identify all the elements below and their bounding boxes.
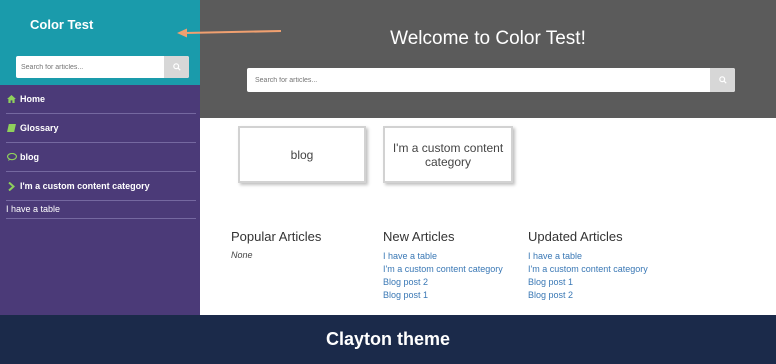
category-card-custom[interactable]: I'm a custom content category — [383, 126, 513, 183]
annotation-arrow-icon — [177, 28, 282, 38]
article-link[interactable]: Blog post 2 — [528, 289, 648, 302]
sidebar-subitem-table[interactable]: I have a table — [6, 201, 196, 219]
theme-caption-banner: Clayton theme — [0, 315, 776, 364]
chevron-right-icon — [6, 181, 17, 191]
sidebar-search — [16, 56, 189, 79]
new-articles: New Articles I have a table I'm a custom… — [383, 229, 503, 302]
article-link[interactable]: Blog post 1 — [383, 289, 503, 302]
sidebar-item-label: Glossary — [20, 123, 59, 133]
sidebar-item-label: Home — [20, 94, 46, 104]
article-link[interactable]: I'm a custom content category — [528, 263, 648, 276]
sidebar-item-glossary[interactable]: Glossary — [6, 114, 196, 143]
hero-search-button[interactable] — [710, 68, 735, 92]
search-icon — [718, 76, 727, 84]
hero-title: Welcome to Color Test! — [390, 28, 586, 49]
popular-articles-empty: None — [231, 250, 253, 260]
category-card-blog[interactable]: blog — [238, 126, 366, 183]
updated-articles-heading: Updated Articles — [528, 229, 623, 244]
hero-search — [247, 68, 735, 92]
sidebar-search-button[interactable] — [164, 56, 189, 78]
article-link[interactable]: I have a table — [528, 250, 648, 263]
article-link[interactable]: I'm a custom content category — [383, 263, 503, 276]
site-title[interactable]: Color Test — [30, 17, 200, 32]
new-articles-heading: New Articles — [383, 229, 455, 244]
sidebar-nav: Home Glossary blog I'm a custom content … — [0, 85, 200, 201]
sidebar: Color Test Home Glossary blog — [0, 0, 200, 315]
hero-banner: Welcome to Color Test! — [200, 0, 776, 118]
sidebar-item-custom-category[interactable]: I'm a custom content category — [6, 172, 196, 201]
article-link[interactable]: Blog post 2 — [383, 276, 503, 289]
home-icon — [6, 95, 17, 104]
popular-articles: Popular Articles None — [231, 229, 321, 260]
article-link[interactable]: I have a table — [383, 250, 503, 263]
popular-articles-heading: Popular Articles — [231, 229, 322, 244]
sidebar-item-blog[interactable]: blog — [6, 143, 196, 172]
sidebar-item-home[interactable]: Home — [6, 85, 196, 114]
search-icon — [172, 63, 181, 71]
theme-caption: Clayton theme — [325, 329, 451, 349]
sidebar-item-label: I'm a custom content category — [20, 181, 150, 191]
sidebar-search-input[interactable] — [16, 56, 164, 79]
chat-bubble-icon — [6, 153, 17, 162]
hero-search-input[interactable] — [247, 68, 707, 92]
book-icon — [6, 124, 17, 133]
sidebar-item-label: blog — [20, 152, 39, 162]
updated-articles: Updated Articles I have a table I'm a cu… — [528, 229, 648, 302]
article-link[interactable]: Blog post 1 — [528, 276, 648, 289]
